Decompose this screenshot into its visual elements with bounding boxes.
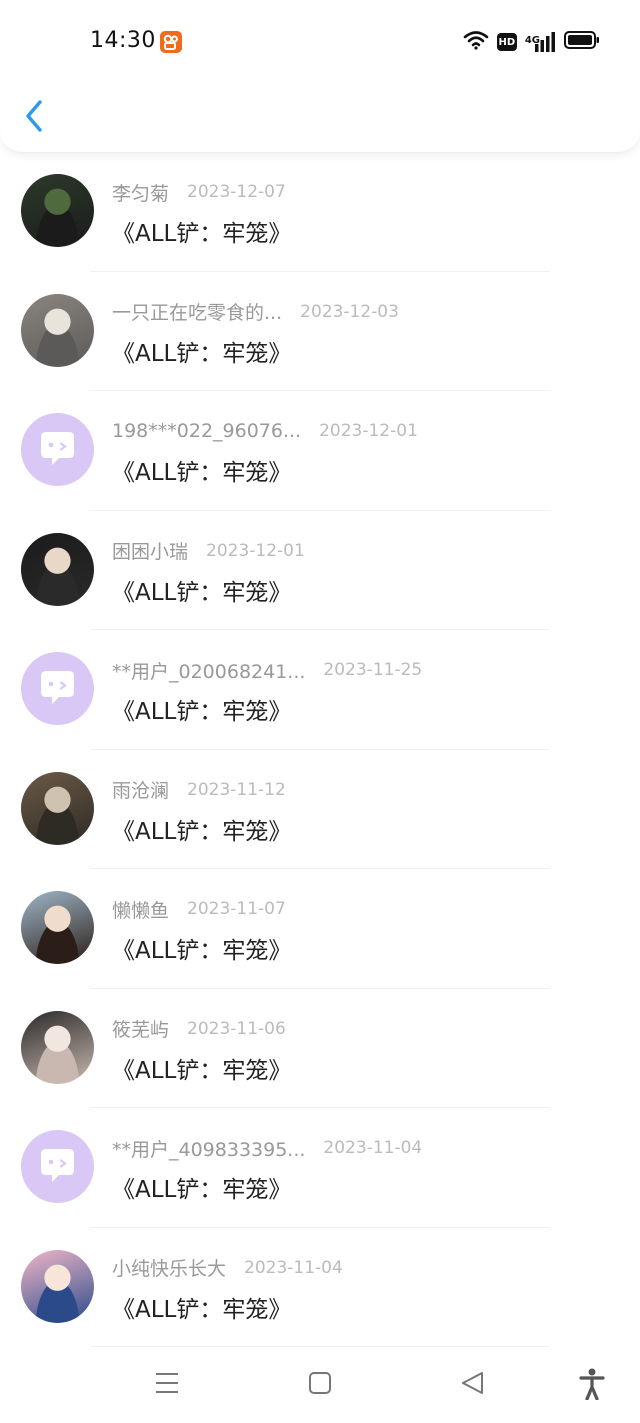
item-meta: **用户_409833395... 2023-11-04 — [112, 1135, 422, 1161]
network-type-label: 4G — [524, 35, 540, 46]
home-square-icon[interactable] — [300, 1368, 340, 1400]
user-name[interactable]: 一只正在吃零食的... — [112, 298, 282, 325]
user-name[interactable]: 小纯快乐长大 — [112, 1254, 226, 1281]
avatar[interactable] — [21, 1010, 94, 1084]
date: 2023-12-01 — [206, 540, 305, 561]
book-title[interactable]: 《ALL铲：牢笼》 — [112, 573, 291, 607]
date: 2023-11-12 — [187, 779, 286, 800]
avatar[interactable] — [21, 174, 94, 247]
signal-icon: 4G — [525, 32, 556, 52]
user-name[interactable]: 困困小瑞 — [112, 537, 188, 564]
list-item[interactable]: 李匀菊 2023-12-07 《ALL铲：牢笼》 — [0, 152, 640, 272]
menu-icon[interactable] — [148, 1368, 188, 1400]
header: 14:30 HD 4G — [0, 0, 640, 153]
item-meta: 筱芜屿 2023-11-06 — [112, 1016, 286, 1042]
default-avatar-chat-icon — [41, 432, 74, 465]
date: 2023-11-25 — [323, 660, 423, 680]
default-avatar-chat-icon — [41, 671, 74, 704]
system-nav-bar — [0, 1346, 640, 1423]
status-bar: 14:30 HD 4G — [0, 0, 640, 88]
date: 2023-11-04 — [323, 1138, 423, 1158]
avatar[interactable] — [21, 891, 94, 964]
date: 2023-11-06 — [187, 1018, 286, 1039]
user-name[interactable]: 雨沧澜 — [112, 776, 169, 803]
chevron-left-icon — [26, 100, 42, 132]
battery-icon — [564, 30, 600, 54]
back-triangle-icon[interactable] — [452, 1368, 492, 1400]
item-meta: 一只正在吃零食的... 2023-12-03 — [112, 299, 399, 325]
user-name[interactable]: 李匀菊 — [112, 179, 169, 206]
accessibility-icon[interactable] — [572, 1368, 612, 1401]
list-item[interactable]: 一只正在吃零食的... 2023-12-03 《ALL铲：牢笼》 — [0, 272, 640, 391]
book-title[interactable]: 《ALL铲：牢笼》 — [112, 812, 291, 846]
avatar[interactable] — [21, 413, 94, 486]
date: 2023-12-07 — [187, 182, 286, 202]
avatar[interactable] — [21, 532, 94, 606]
book-title[interactable]: 《ALL铲：牢笼》 — [112, 334, 291, 368]
avatar[interactable] — [21, 771, 94, 845]
user-name[interactable]: 懒懒鱼 — [112, 896, 169, 923]
item-meta: 李匀菊 2023-12-07 — [112, 179, 286, 205]
status-icons: HD 4G — [463, 30, 600, 54]
avatar[interactable] — [21, 652, 94, 725]
book-title[interactable]: 《ALL铲：牢笼》 — [112, 1290, 291, 1324]
item-meta: 困困小瑞 2023-12-01 — [112, 538, 305, 564]
date: 2023-11-07 — [187, 899, 286, 919]
reader-list: 李匀菊 2023-12-07 《ALL铲：牢笼》 一只正在吃零食的... 2023-12… — [0, 152, 640, 1347]
user-name[interactable]: **用户_409833395... — [112, 1135, 305, 1162]
list-item[interactable]: 雨沧澜 2023-11-12 《ALL铲：牢笼》 — [0, 750, 640, 869]
book-title[interactable]: 《ALL铲：牢笼》 — [112, 931, 291, 965]
hd-icon: HD — [496, 33, 517, 51]
date: 2023-12-03 — [300, 301, 399, 322]
status-time: 14:30 — [90, 28, 156, 53]
list-item[interactable]: 小纯快乐长大 2023-11-04 《ALL铲：牢笼》 — [0, 1228, 640, 1347]
date: 2023-12-01 — [319, 421, 418, 441]
back-button[interactable] — [18, 96, 54, 136]
kuaishou-app-icon — [160, 31, 182, 53]
list-item[interactable]: 筱芜屿 2023-11-06 《ALL铲：牢笼》 — [0, 989, 640, 1108]
default-avatar-chat-icon — [41, 1149, 74, 1182]
date: 2023-11-04 — [244, 1257, 343, 1278]
list-item[interactable]: 困困小瑞 2023-12-01 《ALL铲：牢笼》 — [0, 511, 640, 630]
avatar[interactable] — [21, 293, 94, 367]
book-title[interactable]: 《ALL铲：牢笼》 — [112, 453, 291, 487]
avatar[interactable] — [21, 1249, 94, 1323]
book-title[interactable]: 《ALL铲：牢笼》 — [112, 1051, 291, 1085]
book-title[interactable]: 《ALL铲：牢笼》 — [112, 1170, 291, 1204]
list-item[interactable]: **用户_020068241... 2023-11-25 《ALL铲：牢笼》 — [0, 630, 640, 750]
user-name[interactable]: 筱芜屿 — [112, 1015, 169, 1042]
item-meta: 雨沧澜 2023-11-12 — [112, 777, 286, 803]
list-item[interactable]: 198***022_96076... 2023-12-01 《ALL铲：牢笼》 — [0, 391, 640, 511]
list-item[interactable]: 懒懒鱼 2023-11-07 《ALL铲：牢笼》 — [0, 869, 640, 989]
item-meta: 懒懒鱼 2023-11-07 — [112, 896, 286, 922]
wifi-icon — [463, 30, 489, 54]
item-meta: 小纯快乐长大 2023-11-04 — [112, 1255, 343, 1281]
item-meta: 198***022_96076... 2023-12-01 — [112, 418, 418, 444]
user-name[interactable]: **用户_020068241... — [112, 657, 305, 684]
user-name[interactable]: 198***022_96076... — [112, 420, 301, 442]
book-title[interactable]: 《ALL铲：牢笼》 — [112, 692, 291, 726]
book-title[interactable]: 《ALL铲：牢笼》 — [112, 214, 291, 248]
screen: 14:30 HD 4G 李匀菊 2023-12-07 《ALL铲：牢笼》 一只正… — [0, 0, 640, 1423]
list-item[interactable]: **用户_409833395... 2023-11-04 《ALL铲：牢笼》 — [0, 1108, 640, 1228]
avatar[interactable] — [21, 1130, 94, 1203]
item-meta: **用户_020068241... 2023-11-25 — [112, 657, 422, 683]
